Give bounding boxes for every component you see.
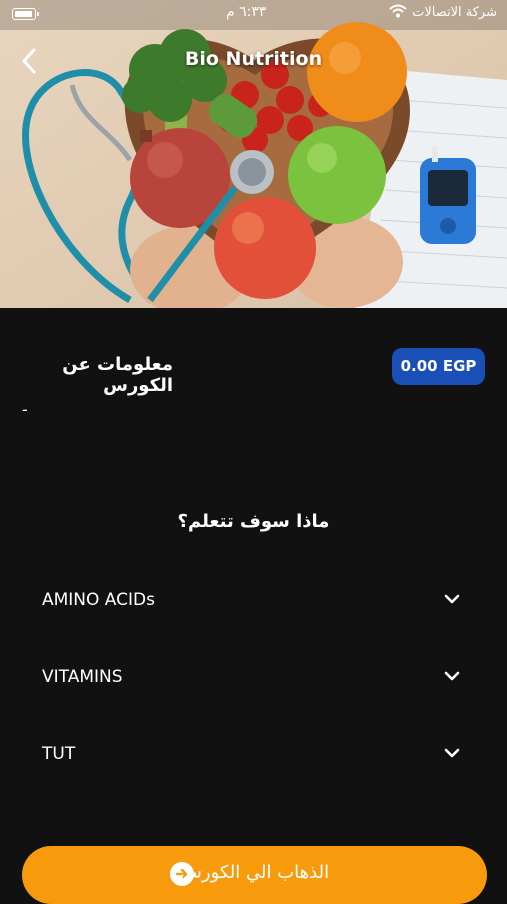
go-to-course-button[interactable]: الذهاب الي الكورس — [22, 846, 487, 904]
chevron-down-icon — [444, 748, 460, 758]
course-description: - — [22, 400, 28, 419]
chevron-down-icon — [444, 594, 460, 604]
topic-label: TUT — [42, 744, 76, 764]
go-to-course-label: الذهاب الي الكورس — [179, 862, 330, 883]
topic-accordion-item[interactable]: TUT — [22, 735, 485, 775]
page-title: Bio Nutrition — [184, 48, 323, 70]
wifi-icon — [389, 4, 407, 18]
battery-icon — [12, 8, 39, 20]
topic-accordion-item[interactable]: VITAMINS — [22, 658, 485, 698]
chevron-down-icon — [444, 671, 460, 681]
carrier-name: شركة الاتصالات — [412, 5, 497, 20]
learn-heading: ماذا سوف تتعلم؟ — [177, 511, 330, 532]
topic-accordion-item[interactable]: AMINO ACIDs — [22, 581, 485, 621]
topic-label: AMINO ACIDs — [42, 590, 155, 610]
course-cover-image — [0, 0, 507, 308]
topic-label: VITAMINS — [42, 667, 123, 687]
price-badge: 0.00 EGP — [392, 348, 485, 385]
status-bar: ٦:٣٣ م شركة الاتصالات — [0, 0, 507, 28]
course-info-heading: معلومات عن الكورس — [62, 354, 173, 396]
status-time: ٦:٣٣ م — [226, 4, 267, 20]
